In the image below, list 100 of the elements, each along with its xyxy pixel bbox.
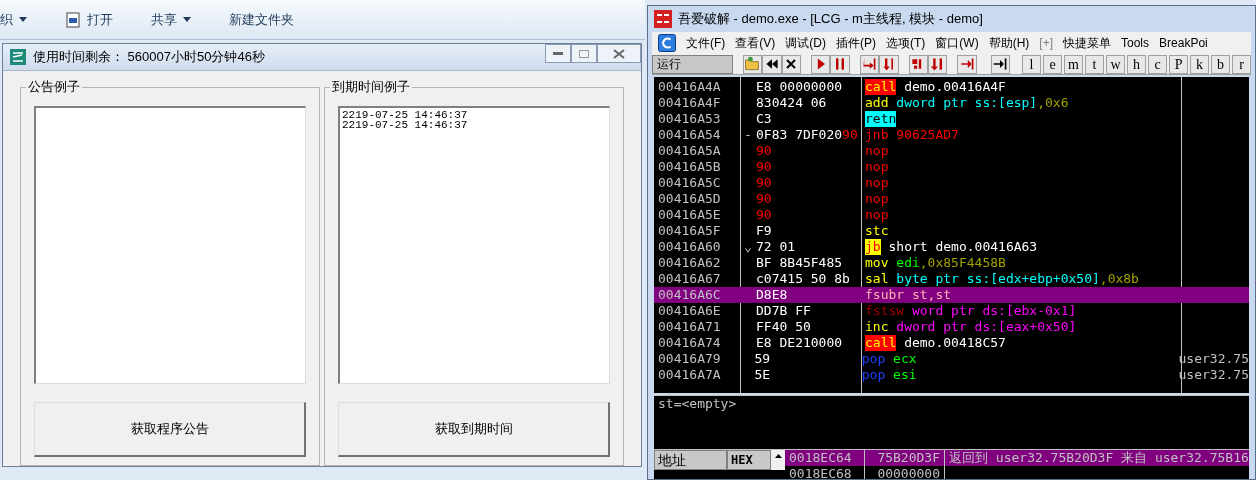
address-text: 0018EC68	[785, 466, 865, 479]
disassembly-row[interactable]: 00416A71 FF40 50 inc dword ptr ds:[eax+0x50]	[654, 319, 1249, 335]
hex-bytes-text: DD7B FF	[756, 303, 811, 319]
status-field: 运行	[652, 54, 733, 74]
text-line: 2219-07-25 14:46:37	[342, 110, 469, 120]
toolbar-button[interactable]: 新建文件夹	[225, 4, 298, 35]
menu-item[interactable]: Tools	[1121, 34, 1150, 52]
menu-item[interactable]: 插件(P)	[836, 34, 876, 52]
disassembly-row[interactable]: 00416A5F F9 stc	[654, 223, 1249, 239]
instruction-text: add	[865, 95, 889, 111]
close-button[interactable]	[597, 44, 641, 63]
hex-bytes-text: 90	[842, 127, 858, 143]
group-title: 到期时间例子	[330, 79, 412, 95]
menu-item[interactable]: 帮助(H)	[988, 34, 1030, 52]
comment-text: 返回到 user32.75B20D3F 来自 user32.75B16	[948, 450, 1249, 466]
column-header[interactable]: HEX	[727, 450, 771, 470]
instruction-text: dword ptr ds:[eax+0x50]	[895, 319, 1077, 335]
disassembly-row[interactable]: 00416A67 c07415 50 8b sal byte ptr ss:[edx+ebp+0x50],0x8b	[654, 271, 1249, 287]
goto-arrow-icon	[992, 56, 1009, 72]
toolbar-button[interactable]: k	[1190, 54, 1210, 74]
toolbar-button[interactable]	[990, 54, 1011, 74]
dropdown-arrow-icon	[19, 17, 27, 22]
disassembly-row[interactable]: 00416A5E 90 nop	[654, 207, 1249, 223]
disassembly-row[interactable]: 00416A5D 90 nop	[654, 191, 1249, 207]
text-area[interactable]: 2219-07-25 14:46:37 2219-07-25 14:46:37	[338, 106, 610, 384]
hex-bytes-text: 90	[756, 175, 772, 191]
instruction-text: ,0x6	[1037, 95, 1069, 111]
toolbar-button[interactable]: 打开	[61, 4, 117, 35]
disassembly-row[interactable]: 00416A62 BF 8B45F485 mov edi,0x85F4458B	[654, 255, 1249, 271]
instruction-text: jnb 90625AD7	[865, 127, 959, 143]
menu-item[interactable]: 文件(F)	[686, 34, 726, 52]
minimize-button[interactable]	[545, 44, 571, 63]
instruction-text: short demo.00416A63	[887, 239, 1038, 255]
instruction-text: demo.00416A4F	[903, 79, 1006, 95]
toolbar-button[interactable]	[781, 54, 801, 74]
address-text: 00416A74	[657, 335, 722, 351]
scrollbar[interactable]	[771, 450, 785, 470]
menu-item[interactable]: 选项(T)	[886, 34, 926, 52]
action-button[interactable]: 获取到期时间	[338, 402, 610, 457]
jump-marker: -	[743, 127, 753, 143]
disassembly-row[interactable]: 00416A4F 830424 06 add dword ptr ss:[esp],0x6	[654, 95, 1249, 111]
toolbar-button[interactable]	[762, 54, 782, 74]
toolbar-button[interactable]: b	[1211, 54, 1231, 74]
hex-bytes-text: 72 01	[756, 239, 796, 255]
toolbar-button[interactable]: m	[1064, 54, 1084, 74]
toolbar-button[interactable]: w	[1106, 54, 1126, 74]
menu-item[interactable]: 窗口(W)	[935, 34, 979, 52]
hex-bytes-text: E8 00000000	[756, 79, 843, 95]
address-text: 00416A60	[657, 239, 722, 255]
toolbar-button[interactable]: e	[1043, 54, 1063, 74]
document-icon	[65, 11, 81, 28]
toolbar-button[interactable]: l	[1022, 54, 1042, 74]
disassembly-row[interactable]: 00416A5B 90 nop	[654, 159, 1249, 175]
disassembly-row[interactable]: 00416A53 C3 retn	[654, 111, 1249, 127]
menu-item[interactable]: 调试(D)	[785, 34, 826, 52]
address-text: 00416A4A	[657, 79, 722, 95]
disassembly-row[interactable]: 00416A60 ⌄ 72 01 jb short demo.00416A63	[654, 239, 1249, 255]
maximize-button[interactable]	[571, 44, 597, 63]
instruction-text: nop	[865, 207, 889, 223]
menu-item[interactable]: [+]	[1039, 34, 1053, 52]
value-text: 75B20D3F	[865, 450, 945, 466]
disassembly-row[interactable]: 00416A4A E8 00000000 call demo.00416A4F	[654, 79, 1249, 95]
instruction-text: byte ptr ss:[edx+ebp+0x50]	[895, 271, 1100, 287]
toolbar-button[interactable]: h	[1127, 54, 1147, 74]
address-text: 00416A54	[657, 127, 722, 143]
column-header[interactable]: 地址	[654, 450, 727, 470]
toolbar-button[interactable]: r	[1232, 54, 1252, 74]
action-button[interactable]: 获取程序公告	[34, 402, 306, 457]
highlighted-mnemonic: call	[865, 335, 897, 351]
disassembly-row[interactable]: 00416A6C D8E8 fsubr st,st	[654, 287, 1249, 303]
disassembly-row[interactable]: 00416A74 E8 DE210000 call demo.00418C57	[654, 335, 1249, 351]
instruction-text: nop	[865, 159, 889, 175]
hex-bytes-text: 90	[756, 207, 772, 223]
menu-item[interactable]: 快捷菜单	[1063, 34, 1111, 52]
step-into-icon	[861, 56, 878, 72]
disassembly-row[interactable]: 00416A54 - 0F83 7DF02090 jnb 90625AD7	[654, 127, 1249, 143]
disassembly-row[interactable]: 00416A5C 90 nop	[654, 175, 1249, 191]
maximize-icon	[579, 49, 589, 58]
toolbar-button[interactable]: P	[1169, 54, 1189, 74]
toolbar-button[interactable]: 织	[0, 4, 31, 35]
dropdown-arrow-icon	[183, 17, 191, 22]
menu-item[interactable]: BreakPoi	[1159, 34, 1208, 52]
instruction-text: nop	[865, 143, 889, 159]
toolbar-button[interactable]: t	[1085, 54, 1105, 74]
instruction-text: fsubr st,st	[865, 287, 952, 303]
hex-bytes-text: D8E8	[756, 287, 788, 303]
stack-row[interactable]: 0018EC64 75B20D3F 返回到 user32.75B20D3F 来自 user32.75B16	[785, 450, 1249, 466]
hex-bytes-text: E8 DE210000	[756, 335, 843, 351]
hex-bytes-text: 0F83 7DF020	[756, 127, 843, 143]
address-text: 00416A5E	[657, 207, 722, 223]
disassembly-row[interactable]: 00416A6E DD7B FF fstsw word ptr ds:[ebx-0x1]	[654, 303, 1249, 319]
menu-item[interactable]: 查看(V)	[735, 34, 776, 52]
address-text: 00416A5C	[657, 175, 722, 191]
hex-bytes-text: C3	[756, 111, 772, 127]
toolbar-button[interactable]: 共享	[147, 4, 195, 35]
toolbar-button[interactable]: c	[1148, 54, 1168, 74]
disassembly-row[interactable]: 00416A5A 90 nop	[654, 143, 1249, 159]
instruction-text: edi	[895, 255, 920, 271]
stack-row[interactable]: 0018EC68 00000000	[785, 466, 1249, 479]
hex-bytes-text: 90	[756, 191, 772, 207]
